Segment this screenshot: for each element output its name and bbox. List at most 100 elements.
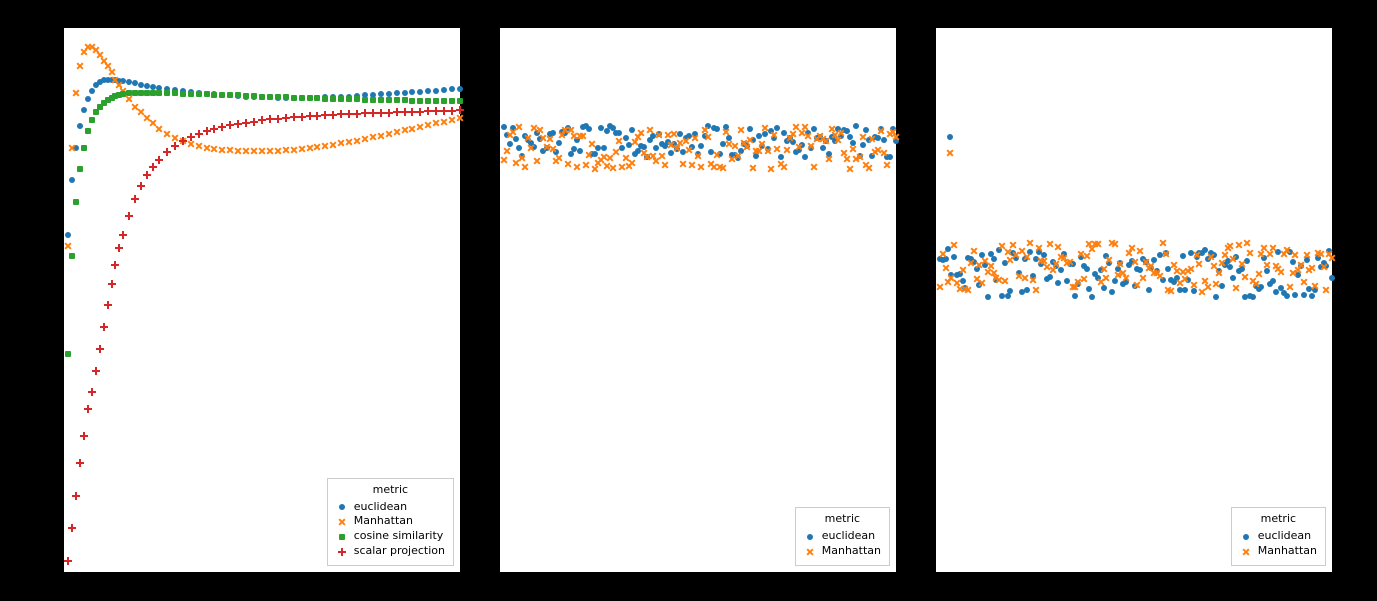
- data-point: [1084, 266, 1090, 272]
- data-point: [1232, 284, 1240, 292]
- data-point: [1195, 260, 1203, 268]
- data-point: [143, 171, 151, 179]
- x-icon: [1242, 548, 1250, 556]
- square-icon: [339, 534, 345, 540]
- data-point: [1139, 274, 1147, 282]
- data-point: [1269, 244, 1277, 252]
- data-point: [1226, 242, 1234, 250]
- data-point: [149, 163, 157, 171]
- data-point: [524, 134, 532, 142]
- data-point: [80, 432, 88, 440]
- data-point: [204, 91, 210, 97]
- data-point: [416, 108, 424, 116]
- data-point: [853, 123, 859, 129]
- data-point: [370, 97, 376, 103]
- data-point: [337, 110, 345, 118]
- data-point: [1229, 255, 1237, 263]
- data-point: [843, 155, 851, 163]
- data-point: [456, 106, 464, 114]
- data-point: [579, 132, 587, 140]
- data-point: [76, 62, 84, 70]
- data-point: [820, 145, 826, 151]
- data-point: [1046, 240, 1054, 248]
- data-point: [65, 351, 71, 357]
- data-point: [500, 156, 508, 164]
- data-point: [314, 95, 320, 101]
- data-point: [417, 98, 423, 104]
- data-point: [76, 459, 84, 467]
- data-point: [69, 177, 75, 183]
- data-point: [947, 134, 953, 140]
- data-point: [1133, 281, 1141, 289]
- data-point: [685, 146, 693, 154]
- data-point: [719, 164, 727, 172]
- data-point: [346, 96, 352, 102]
- data-point: [441, 98, 447, 104]
- data-point: [125, 212, 133, 220]
- data-point: [704, 133, 712, 141]
- data-point: [722, 128, 730, 136]
- data-point: [85, 96, 91, 102]
- data-point: [425, 98, 431, 104]
- data-point: [507, 141, 513, 147]
- data-point: [1252, 280, 1260, 288]
- data-point: [329, 111, 337, 119]
- data-point: [1058, 267, 1064, 273]
- data-point: [408, 108, 416, 116]
- data-point: [361, 135, 369, 143]
- legend-label: Manhattan: [1258, 544, 1317, 559]
- data-point: [64, 242, 72, 250]
- data-point: [1035, 244, 1043, 252]
- data-point: [1243, 239, 1251, 247]
- x-icon: [338, 518, 346, 526]
- data-point: [1308, 264, 1316, 272]
- data-point: [313, 143, 321, 151]
- data-point: [1309, 293, 1315, 299]
- data-point: [770, 131, 778, 139]
- data-point: [386, 91, 392, 97]
- data-point: [1094, 240, 1102, 248]
- data-point: [1032, 286, 1040, 294]
- data-point: [1009, 241, 1017, 249]
- data-point: [361, 109, 369, 117]
- data-point: [1136, 247, 1144, 255]
- data-point: [951, 254, 957, 260]
- data-point: [1054, 243, 1062, 251]
- circle-icon: [339, 504, 345, 510]
- legend-left: metric euclidean Manhattan cosine simila…: [327, 478, 454, 566]
- data-point: [171, 142, 179, 150]
- data-point: [81, 107, 87, 113]
- data-point: [115, 244, 123, 252]
- data-point: [119, 231, 127, 239]
- data-point: [298, 113, 306, 121]
- data-point: [68, 524, 76, 532]
- data-point: [171, 134, 179, 142]
- data-point: [849, 145, 857, 153]
- data-point: [211, 92, 217, 98]
- legend-item-cosine: cosine similarity: [336, 529, 445, 544]
- data-point: [1213, 294, 1219, 300]
- data-point: [637, 129, 645, 137]
- data-point: [250, 118, 258, 126]
- data-point: [533, 157, 541, 165]
- data-point: [1029, 276, 1037, 284]
- data-point: [811, 126, 817, 132]
- data-point: [306, 112, 314, 120]
- data-point: [448, 107, 456, 115]
- data-point: [1072, 293, 1078, 299]
- legend-item-scalar: scalar projection: [336, 544, 445, 559]
- data-point: [1317, 250, 1325, 258]
- data-point: [417, 89, 423, 95]
- legend-label: Manhattan: [354, 514, 413, 529]
- plot-area-right: [936, 28, 1332, 572]
- data-point: [1109, 289, 1115, 295]
- data-point: [747, 126, 753, 132]
- data-point: [195, 142, 203, 150]
- data-point: [218, 123, 226, 131]
- data-point: [424, 107, 432, 115]
- data-point: [653, 145, 659, 151]
- data-point: [188, 91, 194, 97]
- data-point: [111, 261, 119, 269]
- data-point: [503, 147, 511, 155]
- data-point: [714, 126, 720, 132]
